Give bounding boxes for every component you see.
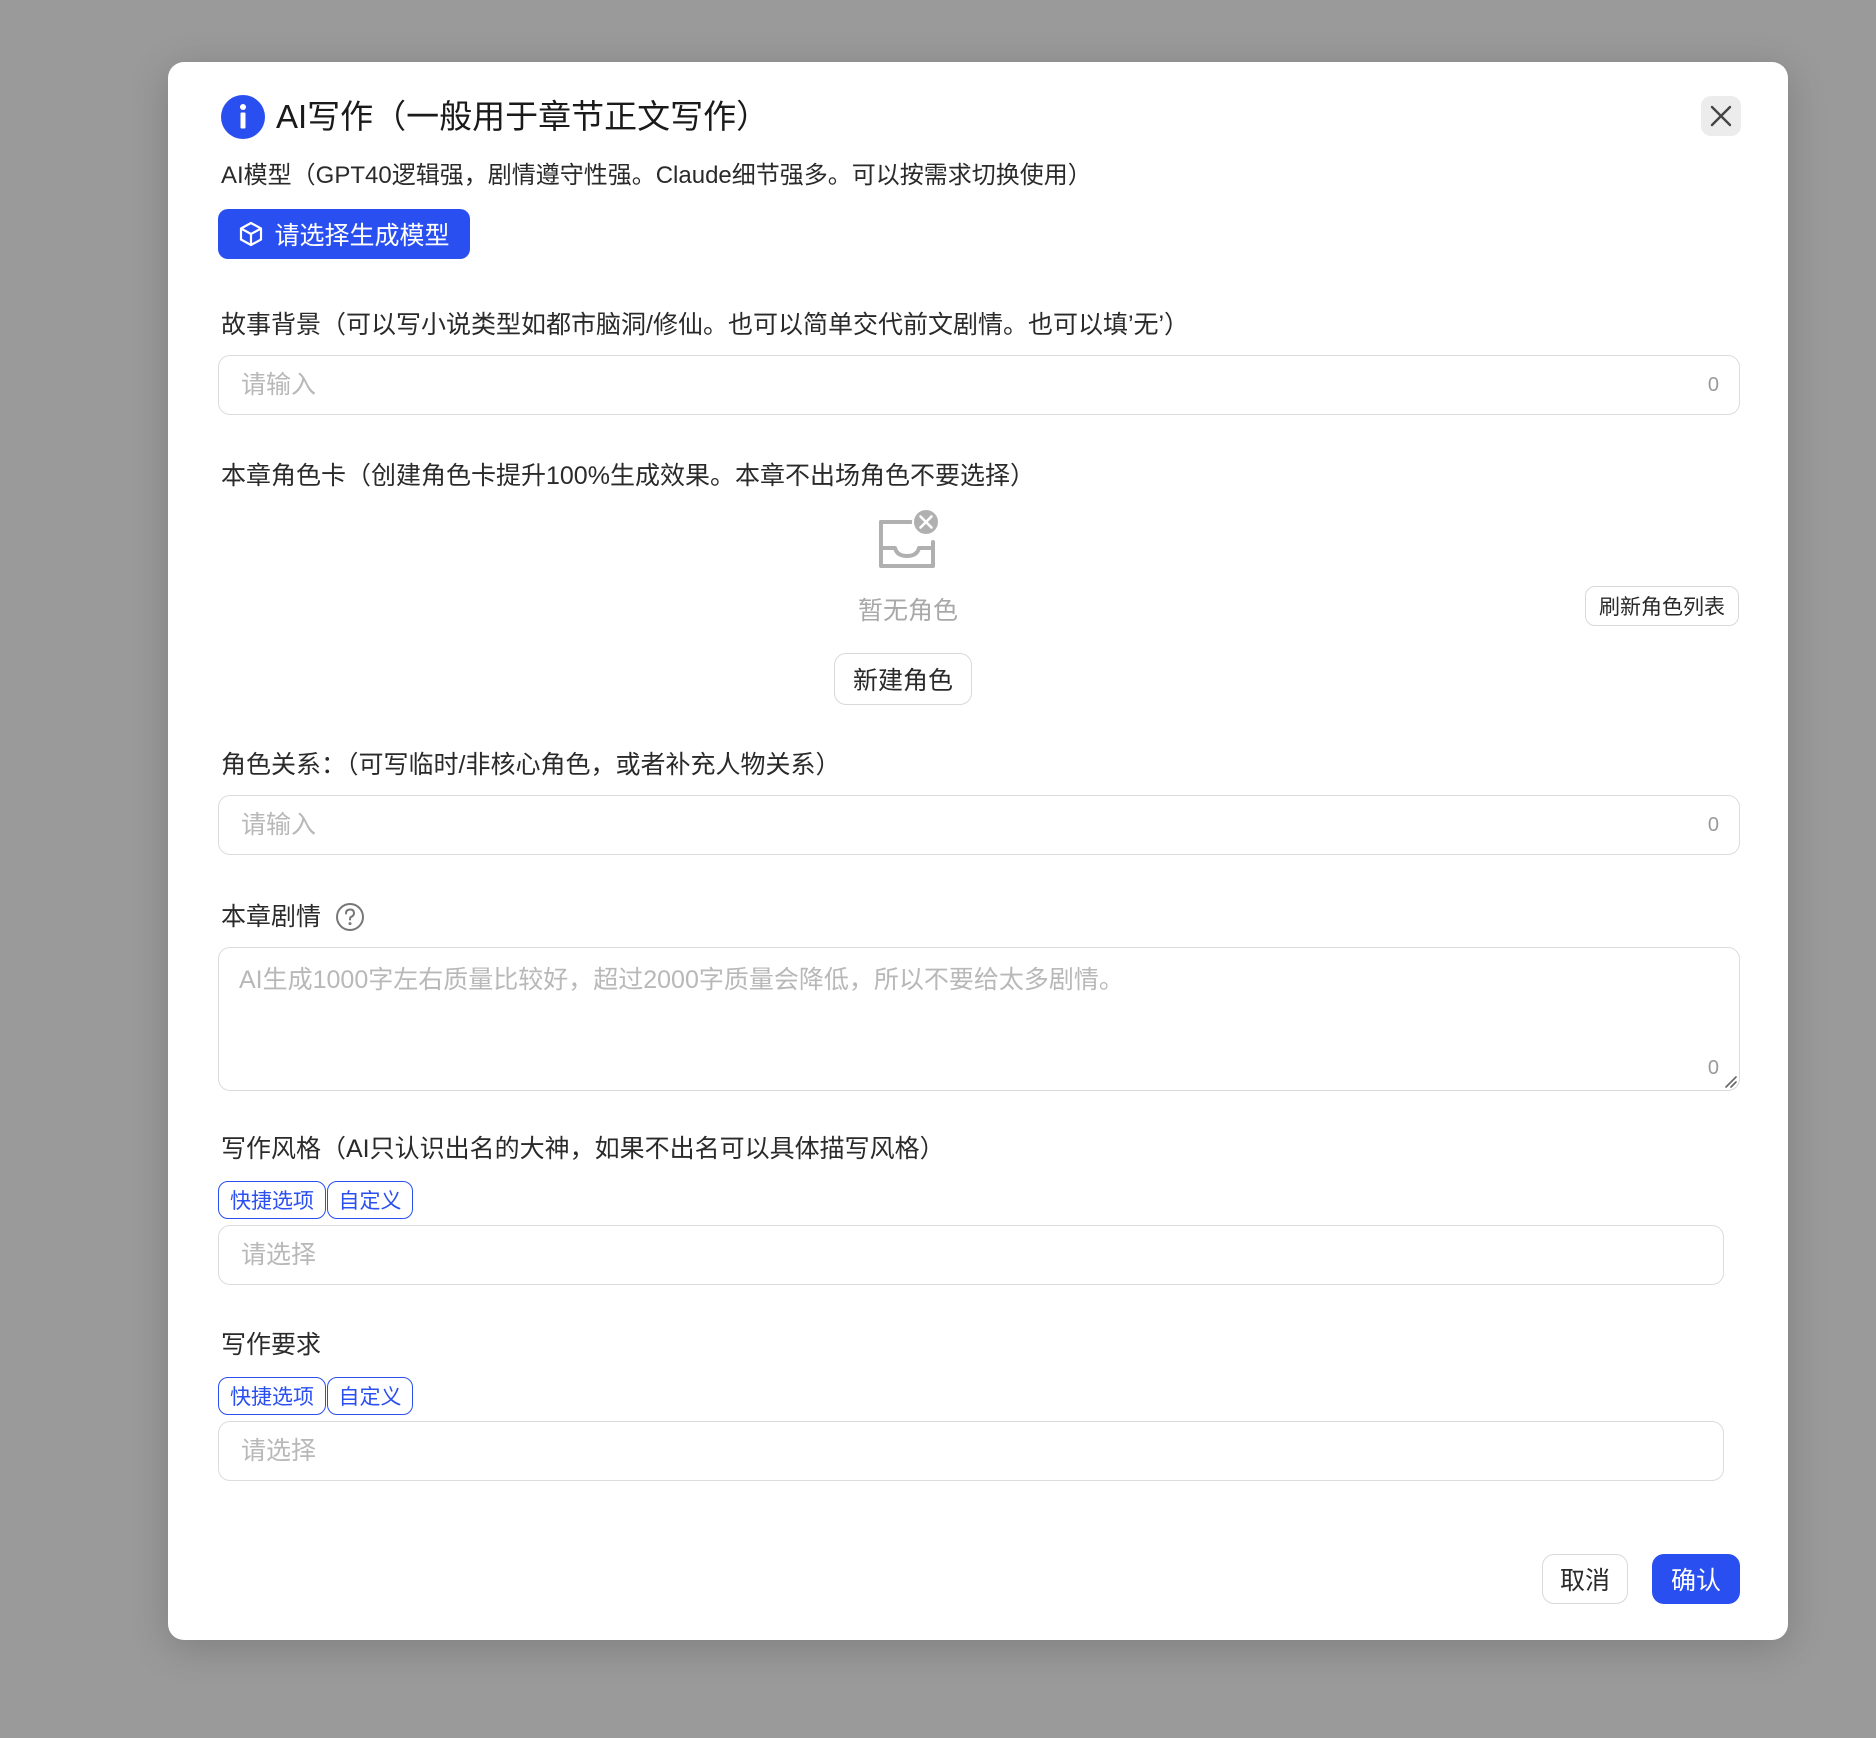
role-relations-count: 0 [1707,814,1719,836]
role-cards-label: 本章角色卡（创建角色卡提升100%生成效果。本章不出场角色不要选择） [221,462,1035,490]
refresh-role-list-button[interactable]: 刷新角色列表 [1585,586,1739,626]
writing-style-placeholder: 请选择 [241,1241,317,1269]
new-role-button[interactable]: 新建角色 [834,653,972,705]
confirm-button[interactable]: 确认 [1652,1554,1740,1604]
writing-requirements-quick-tag[interactable]: 快捷选项 [218,1377,326,1415]
close-icon [1710,105,1732,127]
ai-writing-dialog: AI写作（一般用于章节正文写作） AI模型（GPT40逻辑强，剧情遵守性强。Cl… [168,62,1788,1640]
writing-requirements-label: 写作要求 [221,1331,322,1359]
cube-icon [240,221,263,247]
story-background-placeholder: 请输入 [241,371,317,399]
model-hint: AI模型（GPT40逻辑强，剧情遵守性强。Claude细节强多。可以按需求切换使… [221,162,1092,189]
role-relations-placeholder: 请输入 [241,811,317,839]
resize-handle-icon[interactable] [1721,1072,1737,1088]
close-button[interactable] [1701,96,1741,136]
writing-requirements-select[interactable]: 请选择 [218,1421,1724,1481]
chapter-plot-count: 0 [1707,1057,1719,1079]
story-background-label: 故事背景（可以写小说类型如都市脑洞/修仙。也可以简单交代前文剧情。也可以填’无’… [221,311,1190,339]
role-relations-input[interactable]: 请输入 0 [218,795,1740,855]
writing-style-custom-tag[interactable]: 自定义 [327,1181,413,1219]
role-relations-label: 角色关系：（可写临时/非核心角色，或者补充人物关系） [221,751,841,779]
empty-inbox-icon [871,508,943,580]
dialog-title: AI写作（一般用于章节正文写作） [276,98,770,135]
question-icon[interactable] [335,902,365,932]
writing-style-label: 写作风格（AI只认识出名的大神，如果不出名可以具体描写风格） [221,1135,945,1163]
info-icon [221,95,265,139]
chapter-plot-textarea[interactable]: AI生成1000字左右质量比较好，超过2000字质量会降低，所以不要给太多剧情。… [218,947,1740,1091]
chapter-plot-placeholder: AI生成1000字左右质量比较好，超过2000字质量会降低，所以不要给太多剧情。 [239,966,1124,994]
chapter-plot-label: 本章剧情 [221,903,322,931]
writing-style-quick-tag[interactable]: 快捷选项 [218,1181,326,1219]
writing-requirements-custom-tag[interactable]: 自定义 [327,1377,413,1415]
empty-roles-text: 暂无角色 [857,597,958,625]
select-model-button[interactable]: 请选择生成模型 [218,209,470,259]
story-background-input[interactable]: 请输入 0 [218,355,1740,415]
story-background-count: 0 [1707,374,1719,396]
select-model-label: 请选择生成模型 [274,222,450,250]
writing-requirements-placeholder: 请选择 [241,1437,317,1465]
writing-style-select[interactable]: 请选择 [218,1225,1724,1285]
cancel-button[interactable]: 取消 [1542,1554,1628,1604]
